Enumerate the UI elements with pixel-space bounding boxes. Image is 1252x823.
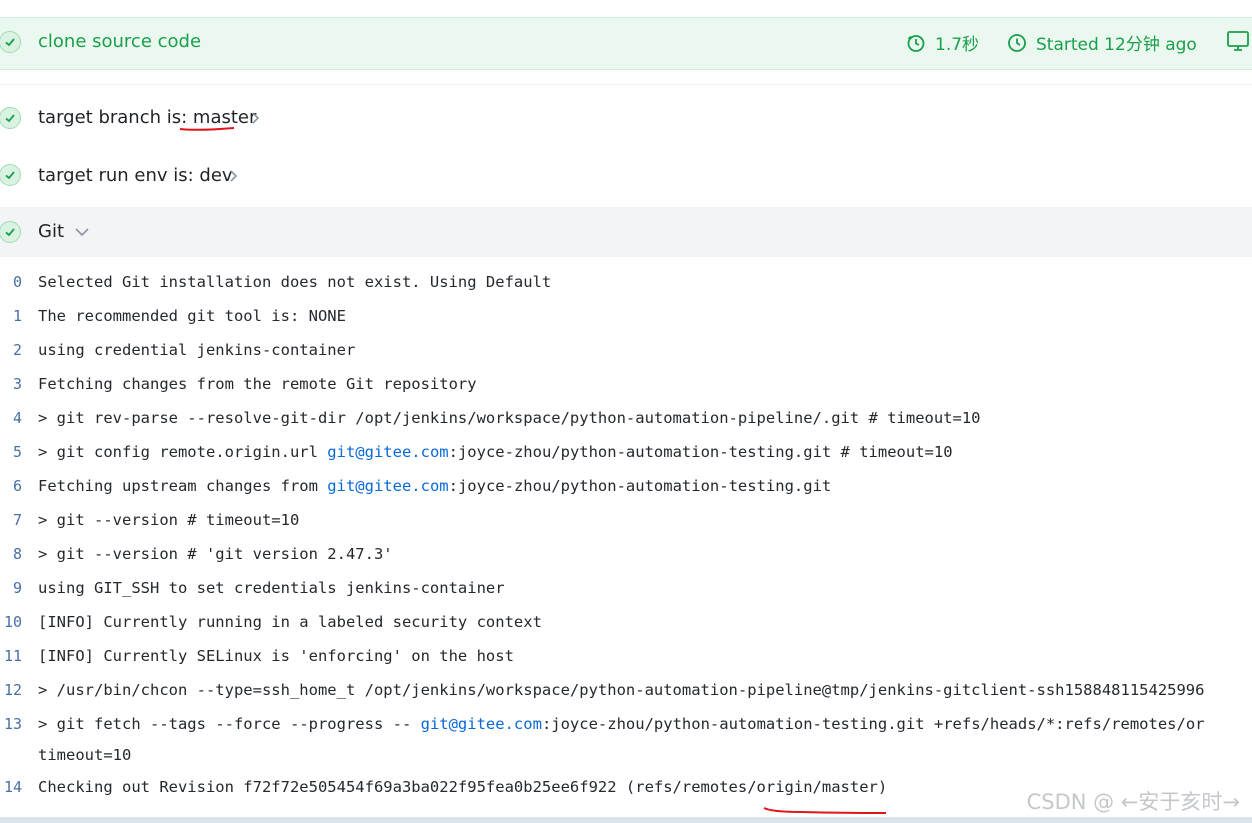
line-number[interactable]: 9 [0, 579, 22, 597]
line-number[interactable]: 2 [0, 341, 22, 359]
line-number[interactable]: 14 [0, 778, 22, 796]
success-check-icon [0, 221, 21, 243]
log-line: 13 > git fetch --tags --force --progress… [0, 709, 1252, 771]
line-number[interactable]: 6 [0, 477, 22, 495]
log-line: 11 [INFO] Currently SELinux is 'enforcing… [0, 641, 1252, 675]
success-check-icon [0, 164, 21, 186]
step-label: target branch is: master [38, 107, 257, 128]
watermark: CSDN @ ←安于亥时→ [1026, 790, 1240, 814]
duration: 1.7秒 [906, 30, 979, 55]
line-number[interactable]: 5 [0, 443, 22, 461]
line-number[interactable]: 7 [0, 511, 22, 529]
timer-icon [907, 34, 925, 52]
clock-icon [1008, 33, 1026, 52]
log-line: 9 using GIT_SSH to set credentials jenkin… [0, 573, 1252, 607]
started-time: Started 12分钟 ago [1007, 30, 1197, 55]
log-line: 4 > git rev-parse --resolve-git-dir /opt… [0, 403, 1252, 437]
log-line: 8 > git --version # 'git version 2.47.3' [0, 539, 1252, 573]
horizontal-scrollbar[interactable] [0, 817, 1252, 823]
line-number[interactable]: 10 [0, 613, 22, 631]
log-line: 1 The recommended git tool is: NONE [0, 301, 1252, 335]
line-number[interactable]: 1 [0, 307, 22, 325]
chevron-right-icon[interactable] [228, 168, 240, 184]
line-number[interactable]: 8 [0, 545, 22, 563]
line-number[interactable]: 3 [0, 375, 22, 393]
stage-header[interactable]: clone source code 1.7秒 Started 12分钟 ago [0, 17, 1252, 70]
log-line: 7 > git --version # timeout=10 [0, 505, 1252, 539]
line-number[interactable]: 0 [0, 273, 22, 291]
step-target-branch[interactable]: target branch is: master [0, 93, 1252, 143]
line-number[interactable]: 13 [0, 715, 22, 733]
log-line: 6 Fetching upstream changes from git@gite… [0, 471, 1252, 505]
log-line: 2 using credential jenkins-container [0, 335, 1252, 369]
success-check-icon [0, 31, 21, 53]
log-line: 3 Fetching changes from the remote Git re… [0, 369, 1252, 403]
line-number[interactable]: 12 [0, 681, 22, 699]
line-number[interactable]: 11 [0, 647, 22, 665]
red-underline-annotation [763, 807, 887, 814]
log-line: 12 > /usr/bin/chcon --type=ssh_home_t /o… [0, 675, 1252, 709]
log-line: 0 Selected Git installation does not exis… [0, 267, 1252, 301]
repo-link[interactable]: git@gitee.com [327, 477, 448, 495]
step-target-env[interactable]: target run env is: dev [0, 151, 1252, 201]
chevron-down-icon[interactable] [74, 226, 90, 238]
stage-title: clone source code [38, 31, 202, 52]
branch-value: master [192, 107, 257, 128]
log-line: 5 > git config remote.origin.url git@git… [0, 437, 1252, 471]
console-output-button[interactable] [1226, 30, 1250, 52]
step-label: Git [38, 221, 65, 242]
started-value: Started 12分钟 ago [1036, 35, 1197, 55]
repo-link[interactable]: git@gitee.com [327, 443, 448, 461]
duration-value: 1.7秒 [935, 35, 980, 55]
step-git[interactable]: Git [0, 207, 1252, 257]
step-label: target run env is: dev [38, 165, 233, 186]
divider [0, 84, 1252, 85]
red-underline-annotation [179, 127, 235, 131]
log-line: 10 [INFO] Currently running in a labeled … [0, 607, 1252, 641]
repo-link[interactable]: git@gitee.com [421, 715, 542, 733]
chevron-right-icon[interactable] [250, 110, 262, 126]
line-number[interactable]: 4 [0, 409, 22, 427]
monitor-icon [1227, 31, 1249, 51]
success-check-icon [0, 107, 21, 129]
